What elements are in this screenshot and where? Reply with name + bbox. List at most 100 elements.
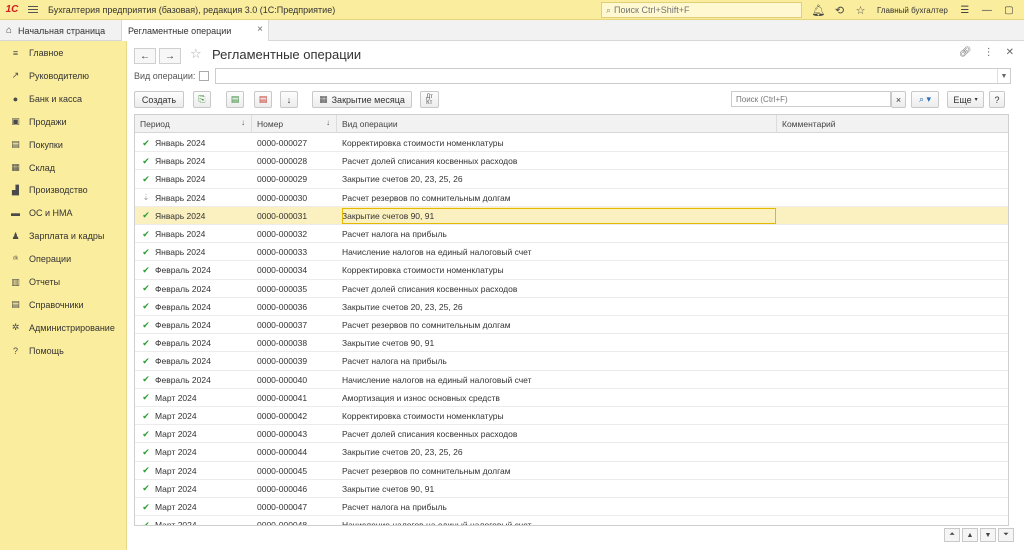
minimize-icon[interactable]: — (976, 0, 998, 20)
table-row[interactable]: ✔ Февраль 2024 0000-000040 Начисление налог… (135, 371, 1008, 389)
favorite-star-icon[interactable]: ☆ (190, 46, 202, 62)
column-header-number[interactable]: Номер ↓ (252, 115, 337, 133)
forward-button[interactable]: → (159, 48, 181, 64)
settings-menu-icon[interactable]: ☰ (954, 0, 976, 20)
favorites-star-icon[interactable]: ☆ (850, 0, 871, 20)
scroll-controls: ⏶ ▲ ▼ ⏷ (944, 528, 1014, 542)
cell-comment (782, 516, 1007, 525)
column-header-label: Номер (257, 119, 284, 129)
filter-label: Вид операции: (134, 71, 196, 81)
filter-operation-field[interactable]: ▼ (215, 68, 1011, 84)
global-search-input[interactable] (614, 5, 795, 15)
main-menu-icon[interactable] (24, 0, 42, 20)
table-row[interactable]: ✔ Январь 2024 0000-000029 Закрытие счетов 2… (135, 170, 1008, 189)
list-search-input[interactable] (736, 94, 886, 104)
table-row[interactable]: ✔ Март 2024 0000-000043 Расчет долей списан… (135, 425, 1008, 444)
table-row[interactable]: ✔ Январь 2024 0000-000031 Закрытие счетов 9… (135, 206, 1008, 225)
current-user[interactable]: Главный бухгалтер (877, 6, 948, 15)
sidebar-item[interactable]: ♟ Зарплата и кадры (0, 225, 127, 247)
app-logo[interactable]: 1С (0, 0, 24, 20)
close-window-icon[interactable]: ✕ (1020, 0, 1024, 20)
table-row[interactable]: ⇣ Январь 2024 0000-000030 Расчет резервов п… (135, 189, 1008, 207)
table-row[interactable]: ✔ Март 2024 0000-000041 Амортизация и износ… (135, 389, 1008, 407)
table-row[interactable]: ✔ Январь 2024 0000-000033 Начисление налого… (135, 243, 1008, 262)
table-row[interactable]: ✔ Январь 2024 0000-000032 Расчет налога на … (135, 225, 1008, 244)
truck-icon: ▬ (11, 208, 20, 219)
table-row[interactable]: ✔ Март 2024 0000-000048 Начисление налогов … (135, 516, 1008, 525)
filter-checkbox[interactable] (199, 71, 209, 81)
tab-current-form[interactable]: Регламентные операции × (121, 20, 269, 41)
table-row[interactable]: ✔ Январь 2024 0000-000028 Расчет долей спис… (135, 152, 1008, 171)
dropdown-arrow-icon[interactable]: ▼ (997, 69, 1010, 83)
more-vertical-icon[interactable]: ⋮ (984, 47, 994, 58)
more-button[interactable]: Еще ▾ (947, 91, 984, 108)
sidebar-item[interactable]: ▟ Производство (0, 179, 127, 201)
sidebar-item[interactable]: ? Помощь (0, 340, 127, 362)
tab-home[interactable]: ⌂ Начальная страница (0, 20, 120, 41)
scroll-up-button[interactable]: ▲ (962, 528, 978, 542)
coins-icon: ● (12, 93, 19, 104)
help-button[interactable]: ? (989, 91, 1005, 108)
sections-sidebar: ≡ Главное ↗ Руководителю ● Банк и касса ▣ Прода… (0, 41, 127, 550)
scroll-down-button[interactable]: ▼ (980, 528, 996, 542)
cell-comment (782, 207, 1007, 225)
sidebar-item[interactable]: ✲ Администрирование (0, 317, 127, 339)
table-row[interactable]: ✔ Март 2024 0000-000042 Корректировка стоим… (135, 407, 1008, 426)
table-row[interactable]: ✔ Февраль 2024 0000-000035 Расчет долей спи… (135, 280, 1008, 298)
unpost-button[interactable]: ▤ (254, 91, 272, 108)
table-row[interactable]: ✔ Январь 2024 0000-000027 Корректировка сто… (135, 134, 1008, 153)
cell-comment (782, 352, 1007, 370)
table-row[interactable]: ✔ Февраль 2024 0000-000034 Корректировка ст… (135, 261, 1008, 280)
search-button[interactable]: ⌕ ▾ (911, 91, 939, 108)
history-icon[interactable]: ⟲ (829, 0, 850, 20)
sidebar-item[interactable]: ▬ ОС и НМА (0, 202, 127, 224)
move-down-button[interactable]: ↓ (280, 91, 298, 108)
cell-number: 0000-000040 (257, 374, 308, 385)
debit-credit-button[interactable]: Дт Кт (420, 91, 439, 108)
maximize-icon[interactable]: ▢ (998, 0, 1020, 20)
sidebar-item[interactable]: ᵈᵏ Операции (0, 248, 127, 270)
table-row[interactable]: ✔ Март 2024 0000-000045 Расчет резервов по … (135, 462, 1008, 480)
scroll-top-button[interactable]: ⏶ (944, 528, 960, 542)
link-icon[interactable]: 🔗︎ (959, 47, 972, 58)
table-row[interactable]: ✔ Февраль 2024 0000-000038 Закрытие счетов … (135, 334, 1008, 353)
table-row[interactable]: ✔ Март 2024 0000-000044 Закрытие счетов 20,… (135, 443, 1008, 462)
clear-search-button[interactable]: × (891, 91, 906, 108)
table-row[interactable]: ✔ Февраль 2024 0000-000039 Расчет налога на… (135, 352, 1008, 371)
cell-number: 0000-000030 (257, 192, 308, 203)
back-button[interactable]: ← (134, 48, 156, 64)
sidebar-item[interactable]: ≡ Главное (0, 42, 127, 64)
sidebar-item[interactable]: ▤ Покупки (0, 134, 127, 156)
bell-icon[interactable]: 🔔︎ (808, 0, 829, 20)
column-header-period[interactable]: Период ↓ (135, 115, 252, 133)
close-tab-icon[interactable]: × (257, 24, 263, 35)
cell-operation: Расчет резервов по сомнительным долгам (342, 465, 511, 476)
scroll-bottom-button[interactable]: ⏷ (998, 528, 1014, 542)
sidebar-item[interactable]: ↗ Руководителю (0, 65, 127, 87)
sidebar-item[interactable]: ● Банк и касса (0, 88, 127, 110)
close-form-icon[interactable]: ✕ (1006, 47, 1014, 58)
cell-period: Февраль 2024 (155, 374, 211, 385)
posted-check-icon: ✔ (142, 428, 150, 439)
column-header-operation[interactable]: Вид операции (337, 115, 777, 133)
table-row[interactable]: ✔ Февраль 2024 0000-000036 Закрытие счетов … (135, 298, 1008, 316)
sidebar-item[interactable]: ▤ Справочники (0, 294, 127, 316)
copy-icon: ⎘ (198, 94, 206, 104)
table-row[interactable]: ✔ Февраль 2024 0000-000037 Расчет резервов … (135, 316, 1008, 335)
sort-down-icon: ↓ (241, 118, 245, 127)
sidebar-item[interactable]: ▦ Склад (0, 157, 127, 179)
create-button[interactable]: Создать (134, 91, 184, 108)
table-row[interactable]: ✔ Март 2024 0000-000046 Закрытие счетов 90,… (135, 480, 1008, 498)
list-search-field[interactable] (731, 91, 891, 107)
copy-button[interactable]: ⎘ (193, 91, 211, 108)
cell-comment (782, 371, 1007, 389)
cell-comment (782, 334, 1007, 352)
close-month-button[interactable]: ▦ Закрытие месяца (312, 91, 412, 108)
form-area: ← → ☆ Регламентные операции 🔗︎ ⋮ ✕ Вид о… (127, 41, 1024, 550)
column-header-comment[interactable]: Комментарий (777, 115, 1008, 133)
table-row[interactable]: ✔ Март 2024 0000-000047 Расчет налога на пр… (135, 498, 1008, 517)
global-search[interactable]: ⌕ (601, 2, 802, 18)
post-button[interactable]: ▤ (226, 91, 244, 108)
sidebar-item[interactable]: ▣ Продажи (0, 111, 127, 133)
sidebar-item[interactable]: ▥ Отчеты (0, 271, 127, 293)
